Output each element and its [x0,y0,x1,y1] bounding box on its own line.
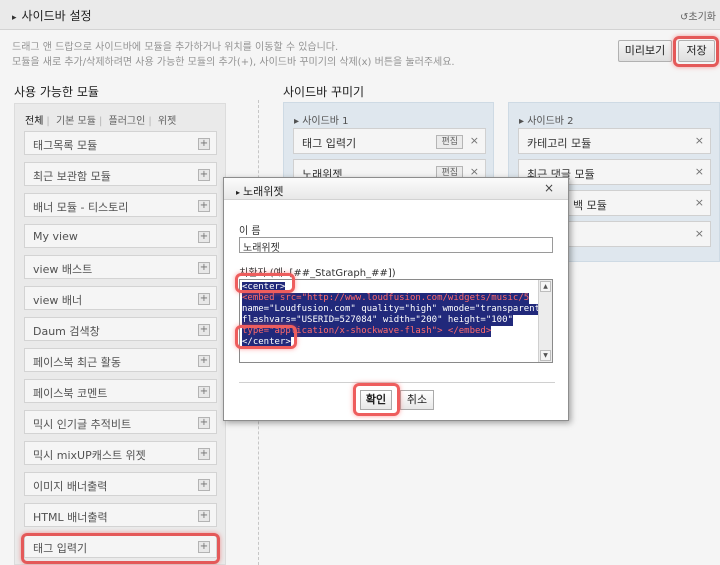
scroll-down-icon[interactable]: ▼ [540,350,551,361]
replace-label: 치환자 (예: [##_StatGraph_##]) [239,268,396,279]
chevron-right-icon: ▸ [236,188,241,197]
code-line: name="Loudfusion.com" quality="high" wmo… [242,304,546,315]
name-input[interactable]: 노래위젯 [239,237,553,254]
widget-edit-dialog: ▸ 노래위젯 × 이 름 노래위젯 치환자 (예: [##_StatGraph_#… [223,177,569,421]
confirm-button[interactable]: 확인 [360,390,392,410]
sidebar-settings-page: ▸ 사이드바 설정 ↺초기화 드래그 앤 드랍으로 사이드바에 모듈을 추가하거나… [0,0,720,565]
name-label: 이 름 [239,226,261,237]
code-line: </center> [242,337,291,348]
code-line: flashvars="USERID=527084" width="200" he… [242,315,513,326]
dialog-divider [239,382,555,383]
dialog-title-text: 노래위젯 [243,185,284,198]
close-icon[interactable]: × [544,181,554,195]
code-line: <embed src="http://www.loudfusion.com/wi… [242,293,530,304]
code-line: type="application/x-shockwave-flash"> </… [242,326,492,337]
scroll-up-icon[interactable]: ▲ [540,281,551,292]
dialog-title: ▸ 노래위젯 [236,183,284,199]
cancel-button[interactable]: 취소 [400,390,434,410]
code-textarea[interactable]: <center> <embed src="http://www.loudfusio… [239,279,553,363]
code-content: <center> <embed src="http://www.loudfusio… [242,282,546,348]
dialog-header: ▸ 노래위젯 × [224,178,568,200]
code-line: <center> [242,282,286,293]
scrollbar[interactable]: ▲ ▼ [538,280,552,362]
